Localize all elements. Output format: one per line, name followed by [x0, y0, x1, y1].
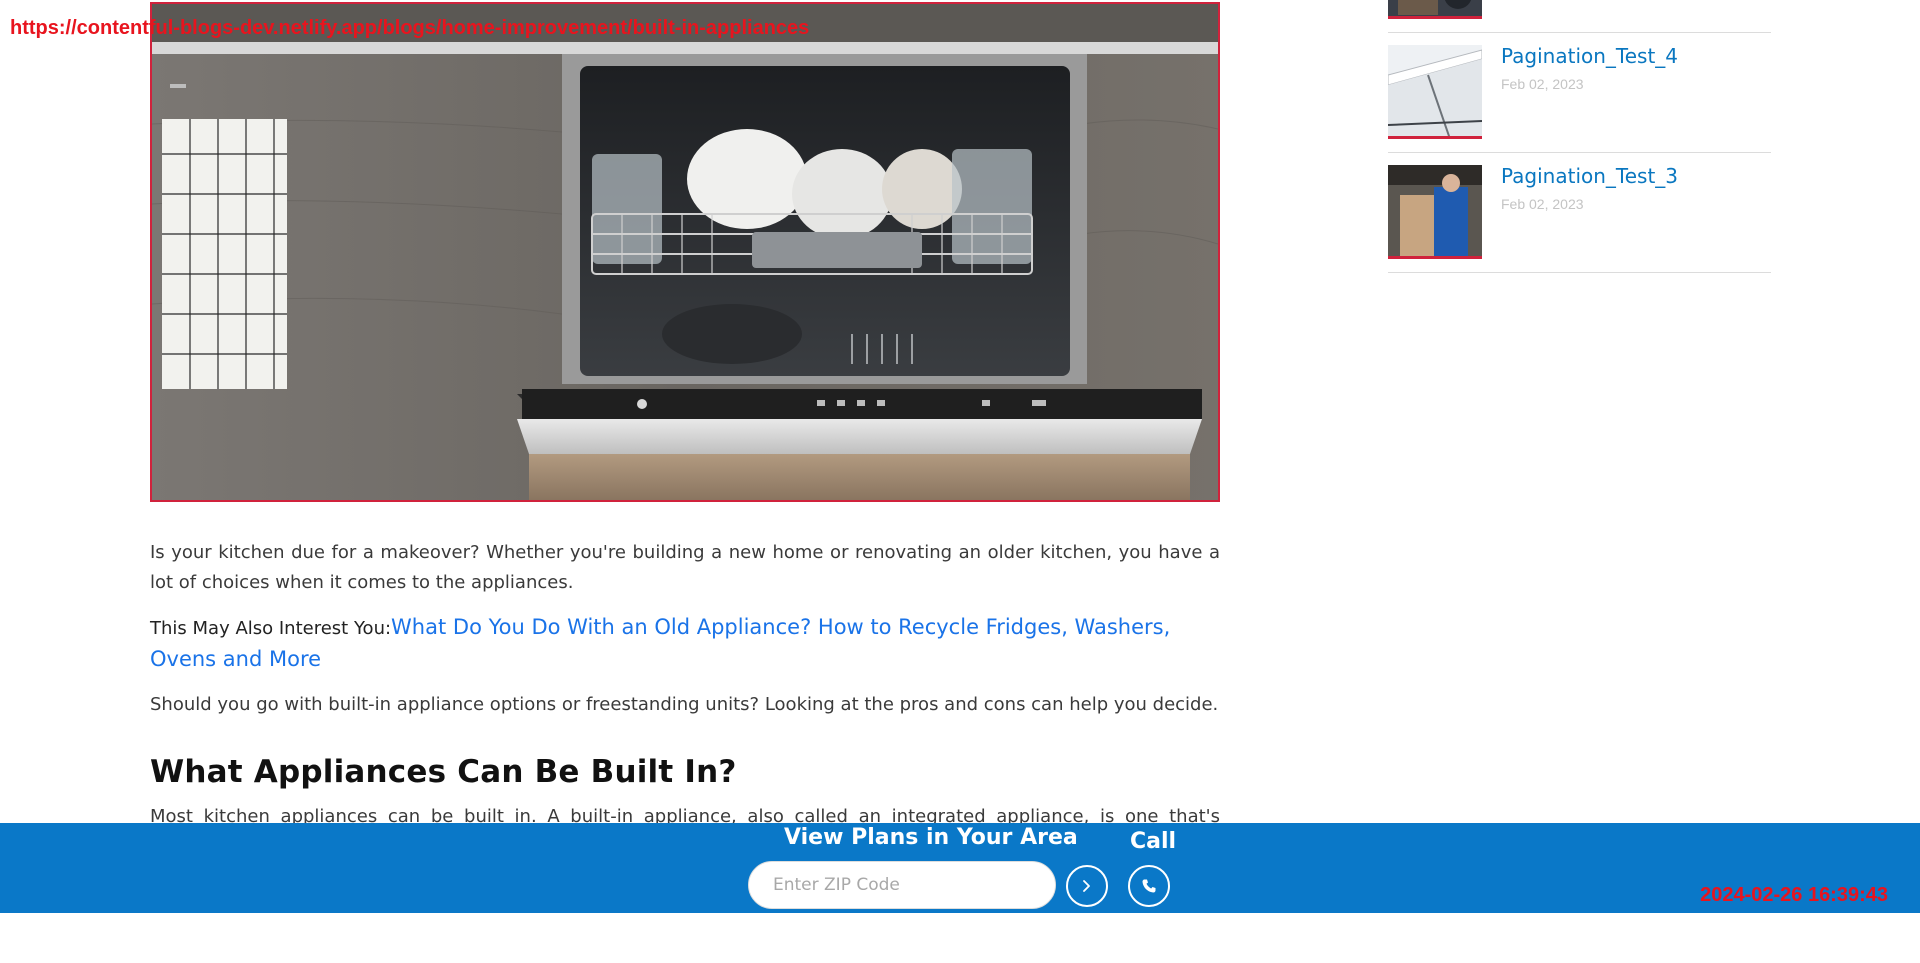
page: https://contentful-blogs-dev.netlify.app… — [0, 0, 1920, 963]
sidebar-post[interactable]: Pagination_Test_4 Feb 02, 2023 — [1388, 33, 1771, 153]
view-plans-bar: View Plans in Your Area Call — [0, 823, 1920, 913]
related-label: This May Also Interest You: — [150, 618, 392, 639]
dishwasher-illustration — [152, 4, 1218, 500]
post-date: Feb 02, 2023 — [1501, 76, 1584, 92]
post-thumbnail[interactable] — [1388, 0, 1482, 19]
url-overlay: https://contentful-blogs-dev.netlify.app… — [10, 17, 810, 39]
chevron-right-icon — [1083, 880, 1090, 892]
sidebar-post[interactable]: Pagination_Test_3 Feb 02, 2023 — [1388, 153, 1771, 273]
phone-icon — [1142, 879, 1156, 893]
pros-cons-paragraph: Should you go with built-in appliance op… — [150, 694, 1219, 715]
hero-image — [150, 2, 1220, 502]
intro-paragraph: Is your kitchen due for a makeover? Whet… — [150, 542, 1220, 593]
related-article: This May Also Interest You:What Do You D… — [150, 612, 1220, 676]
post-title-link[interactable]: Pagination_Test_3 — [1501, 164, 1678, 188]
recent-posts-sidebar: Pagination_Test_4 Feb 02, 2023 Paginatio… — [1388, 0, 1771, 273]
view-plans-title: View Plans in Your Area — [784, 825, 1078, 850]
post-thumbnail[interactable] — [1388, 165, 1482, 259]
sidebar-post-partial[interactable] — [1388, 0, 1771, 33]
section-heading: What Appliances Can Be Built In? — [150, 754, 737, 790]
timestamp-overlay: 2024-02-26 16:39:43 — [1700, 884, 1888, 906]
post-date: Feb 02, 2023 — [1501, 196, 1584, 212]
post-thumbnail[interactable] — [1388, 45, 1482, 139]
zip-code-input[interactable] — [748, 861, 1056, 909]
call-button[interactable] — [1128, 865, 1170, 907]
post-title-link[interactable]: Pagination_Test_4 — [1501, 44, 1678, 68]
zip-submit-button[interactable] — [1066, 865, 1108, 907]
call-label: Call — [1130, 829, 1177, 854]
